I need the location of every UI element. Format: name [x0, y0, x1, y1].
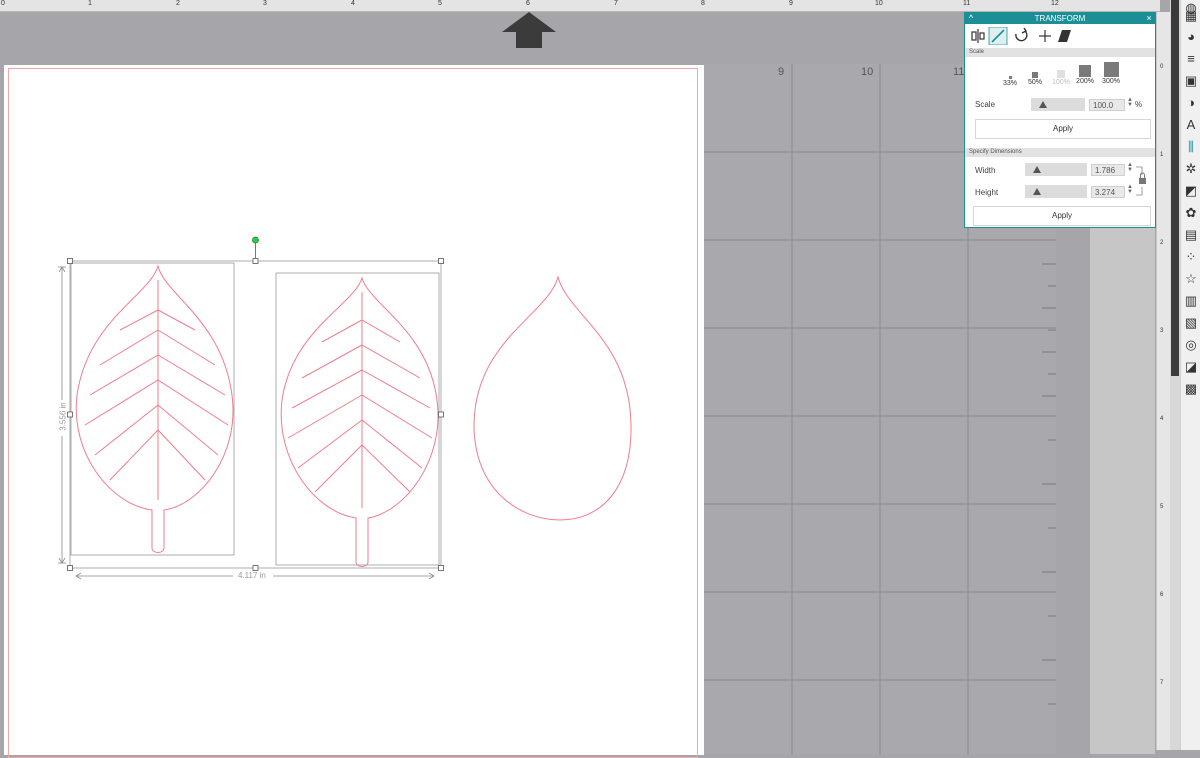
- scale-spinner[interactable]: ▲ ▼: [1127, 97, 1133, 108]
- contrast-icon[interactable]: ◑: [1183, 95, 1199, 111]
- dimensions-apply-button[interactable]: Apply: [973, 206, 1151, 226]
- ruler-label: 1: [1160, 152, 1164, 158]
- modify-icon[interactable]: ◩: [1183, 183, 1199, 199]
- move-tab-icon[interactable]: [1039, 30, 1051, 42]
- panel-header[interactable]: ^ TRANSFORM ×: [965, 13, 1155, 24]
- ruler-label: 3: [1160, 328, 1164, 334]
- fill-color-icon[interactable]: ◕: [1183, 29, 1199, 45]
- sketch-icon[interactable]: ⁘: [1183, 249, 1199, 265]
- leaf-outline-1[interactable]: [75, 264, 234, 553]
- ruler-label: 0: [1160, 64, 1164, 70]
- library-icon[interactable]: ◪: [1183, 359, 1199, 375]
- preset-100[interactable]: 100%: [1049, 67, 1073, 86]
- preset-300[interactable]: 300%: [1099, 62, 1123, 85]
- close-icon[interactable]: ×: [1143, 13, 1155, 24]
- scale-apply-button[interactable]: Apply: [975, 119, 1151, 139]
- width-label: Width: [975, 166, 996, 175]
- ruler-label: 2: [1160, 240, 1164, 246]
- layers-icon[interactable]: ▥: [1183, 293, 1199, 309]
- scale-section-header: Scale: [965, 48, 1155, 57]
- hatch-icon[interactable]: ▧: [1183, 315, 1199, 331]
- height-spinner[interactable]: ▲ ▼: [1127, 184, 1133, 195]
- teardrop-outline[interactable]: [473, 275, 632, 521]
- right-toolbar: ◍ ▦ ◕ ≡ ▣ ◑ A ⫼ ✲ ◩ ✿ ▤ ⁘ ☆ ▥ ▧ ◎ ◪ ▩: [1180, 0, 1200, 750]
- ruler-label: 4: [1160, 416, 1164, 422]
- rotate-handle[interactable]: [252, 236, 259, 244]
- registration-icon[interactable]: ▦: [1183, 8, 1199, 24]
- 3d-box-icon[interactable]: ▩: [1183, 381, 1199, 397]
- percent-label: %: [1135, 100, 1143, 109]
- transform-panel-icon[interactable]: ⫼: [1183, 139, 1199, 155]
- globe-icon[interactable]: ◎: [1183, 337, 1199, 353]
- offset-icon[interactable]: ✿: [1183, 205, 1199, 221]
- width-slider[interactable]: [1025, 163, 1087, 176]
- panel-title: TRANSFORM: [1034, 14, 1086, 23]
- width-measure-label: 4.117 in: [238, 571, 266, 580]
- transform-panel[interactable]: ^ TRANSFORM × Scale 33% 50% 100% 200% 30…: [964, 12, 1156, 228]
- preset-200[interactable]: 200%: [1073, 65, 1097, 85]
- leaf-outline-2[interactable]: [280, 276, 439, 567]
- dimensions-section-header: Specify Dimensions: [965, 148, 1155, 157]
- preset-33[interactable]: 33%: [1000, 71, 1020, 87]
- scale-label: Scale: [975, 100, 996, 109]
- ruler-label: 7: [1160, 680, 1164, 686]
- align-tab-icon[interactable]: [971, 29, 985, 43]
- replicate-icon[interactable]: ✲: [1183, 161, 1199, 177]
- ruler-label: 5: [1160, 504, 1164, 510]
- height-input[interactable]: 3.274: [1091, 186, 1125, 198]
- height-measure-label: 3.556 in: [58, 402, 68, 431]
- width-spinner[interactable]: ▲ ▼: [1127, 162, 1133, 173]
- scale-input[interactable]: 100.0: [1089, 99, 1125, 111]
- scale-slider[interactable]: [1031, 98, 1085, 111]
- image-effects-icon[interactable]: ▣: [1183, 73, 1199, 89]
- star-icon[interactable]: ☆: [1183, 271, 1199, 287]
- text-style-icon[interactable]: A: [1183, 117, 1199, 133]
- collapse-icon[interactable]: ^: [965, 13, 977, 24]
- scrollbar-thumb[interactable]: [1171, 0, 1179, 376]
- lock-aspect-icon[interactable]: [1135, 165, 1149, 197]
- height-label: Height: [975, 188, 999, 197]
- vertical-ruler: 0 1 2 3 4 5 6 7: [1156, 12, 1171, 750]
- shear-tab-icon[interactable]: [1058, 30, 1071, 42]
- ruler-label: 6: [1160, 592, 1164, 598]
- selection-handles[interactable]: [67, 258, 444, 571]
- width-input[interactable]: 1.786: [1091, 164, 1125, 176]
- trace-icon[interactable]: ▤: [1183, 227, 1199, 243]
- height-slider[interactable]: [1025, 185, 1087, 198]
- line-style-icon[interactable]: ≡: [1183, 51, 1199, 67]
- rotate-tab-icon[interactable]: [1015, 27, 1028, 42]
- preset-50[interactable]: 50%: [1025, 69, 1045, 86]
